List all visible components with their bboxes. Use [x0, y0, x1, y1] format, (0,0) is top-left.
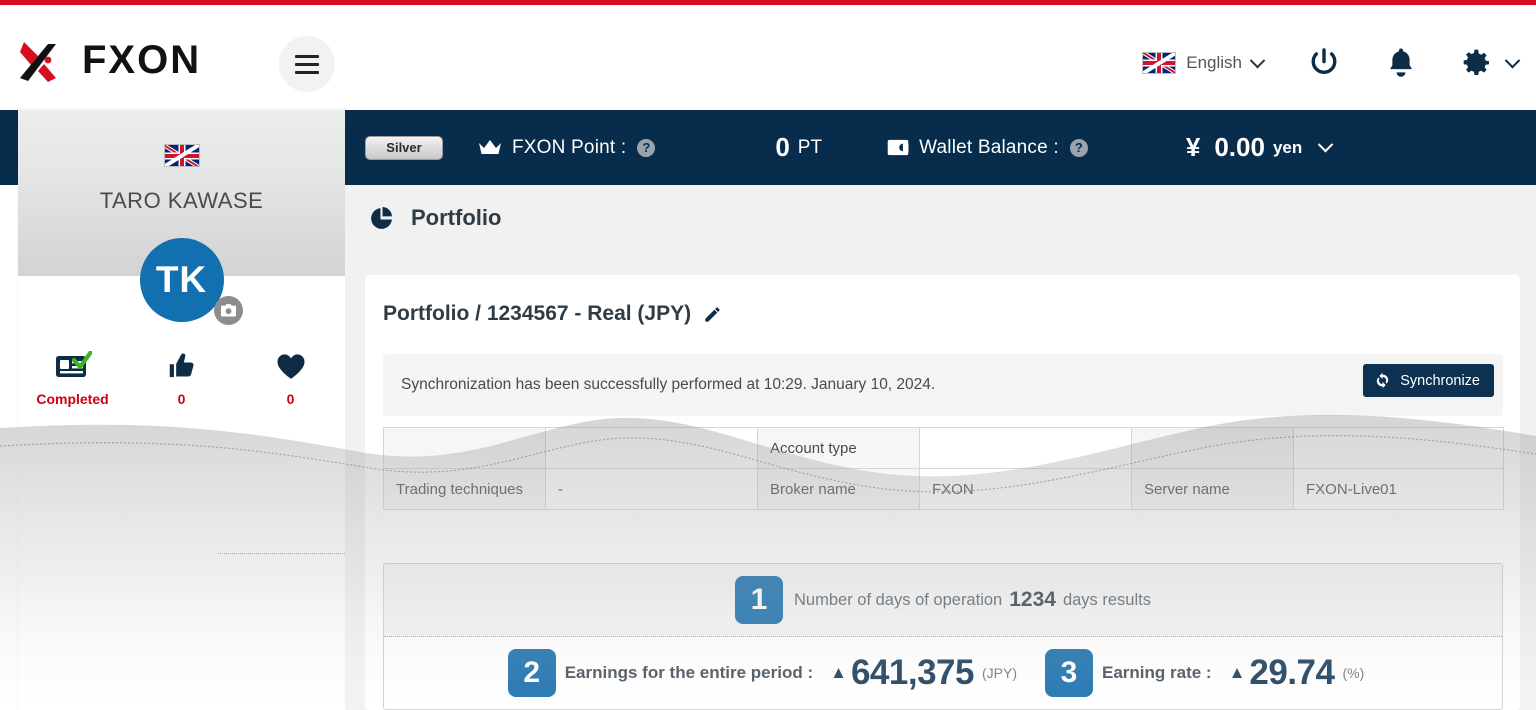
earning-rate-unit: (%): [1342, 665, 1365, 681]
wallet-balance-value: 0.00: [1214, 132, 1265, 162]
days-label: Number of days of operation: [794, 590, 1003, 609]
days-label-suffix: days results: [1062, 590, 1151, 609]
app-header: FXON English: [0, 5, 1536, 110]
table-cell: FXON-Live01: [1293, 468, 1504, 510]
pencil-icon[interactable]: [703, 305, 722, 324]
table-cell: FXON: [919, 468, 1132, 510]
portfolio-name: Portfolio / 1234567 - Real (JPY): [383, 302, 692, 325]
hamburger-line: [295, 63, 319, 66]
stat-favorites[interactable]: 0: [236, 347, 345, 407]
fxon-point-unit: PT: [797, 136, 823, 158]
logo-wordmark: FXON: [82, 38, 202, 82]
table-row: Account type: [383, 427, 1504, 469]
stat-label: Completed: [36, 391, 109, 407]
stat-label: 0: [286, 391, 295, 407]
sidebar-divider: [218, 553, 353, 554]
main-content: Silver FXON Point : ? 0 PT Wallet Balanc…: [345, 110, 1536, 710]
hamburger-line: [295, 55, 319, 58]
help-icon[interactable]: ?: [637, 138, 656, 157]
help-icon[interactable]: ?: [1069, 138, 1088, 157]
earnings-value: 641,375: [850, 653, 975, 692]
fxon-point-value: 0: [775, 132, 790, 162]
user-sidebar: TARO KAWASE TK Completed 0 0: [18, 110, 353, 710]
avatar-upload-button[interactable]: [214, 296, 243, 325]
table-cell: [383, 427, 546, 469]
rank-badge[interactable]: Silver: [365, 135, 443, 160]
sync-status-box: Synchronization has been successfully pe…: [383, 354, 1503, 416]
synchronize-button[interactable]: Synchronize: [1363, 364, 1494, 397]
step-badge: 1: [735, 576, 784, 624]
up-arrow-icon: ▲: [830, 663, 847, 682]
summary-row-earnings: 2 Earnings for the entire period : ▲ 641…: [384, 637, 1502, 709]
wallet-currency-symbol: ¥: [1185, 132, 1201, 162]
hamburger-menu-button[interactable]: [279, 36, 335, 92]
table-cell: -: [545, 468, 758, 510]
crown-icon: [478, 139, 502, 157]
table-row: Trading techniques - Broker name FXON Se…: [383, 468, 1504, 510]
summary-row-days: 1 Number of days of operation 1234 days …: [384, 564, 1502, 637]
hamburger-line: [295, 71, 319, 74]
header-actions: English: [1142, 37, 1521, 89]
fxon-point-label: FXON Point :: [512, 136, 627, 158]
notifications-button[interactable]: [1386, 47, 1416, 79]
table-cell: Server name: [1131, 468, 1294, 510]
chevron-down-icon: [1249, 52, 1266, 68]
navy-left-strip: [0, 110, 18, 185]
language-selector[interactable]: English: [1142, 52, 1266, 74]
table-cell: [1131, 427, 1294, 469]
user-name: TARO KAWASE: [99, 188, 264, 213]
id-card-check-icon: [18, 347, 127, 385]
account-summary-bar: Silver FXON Point : ? 0 PT Wallet Balanc…: [345, 110, 1536, 185]
refresh-icon: [1377, 372, 1389, 389]
uk-flag-icon: [1142, 52, 1177, 74]
power-icon: [1311, 48, 1337, 74]
page-heading: Portfolio: [369, 205, 501, 231]
earnings-label: Earnings for the entire period :: [564, 663, 814, 682]
up-arrow-icon: ▲: [1228, 663, 1246, 682]
fxon-logo[interactable]: FXON: [18, 38, 248, 86]
chevron-down-icon: [1504, 52, 1521, 68]
thumbs-up-icon: [127, 347, 236, 385]
gear-icon: [1463, 49, 1489, 75]
account-meta-table: Account type Trading techniques - Broker…: [383, 427, 1504, 510]
earning-rate-label: Earning rate :: [1101, 663, 1212, 682]
portfolio-card: Portfolio / 1234567 - Real (JPY) Synchro…: [365, 275, 1520, 710]
stat-label: 0: [177, 391, 186, 407]
table-cell: [919, 427, 1132, 469]
step-badge: 2: [507, 649, 556, 697]
uk-flag-icon: [163, 144, 200, 167]
chevron-down-icon[interactable]: [1317, 136, 1334, 153]
wallet-currency-unit: yen: [1272, 137, 1303, 157]
heart-icon: [236, 347, 345, 385]
portfolio-card-title: Portfolio / 1234567 - Real (JPY): [383, 302, 722, 326]
synchronize-button-label: Synchronize: [1400, 372, 1480, 389]
table-cell: Broker name: [757, 468, 920, 510]
pie-chart-icon: [371, 206, 392, 229]
step-badge: 3: [1044, 649, 1093, 697]
page-title: Portfolio: [411, 205, 502, 230]
earning-rate-value: 29.74: [1249, 653, 1335, 692]
stat-likes[interactable]: 0: [127, 347, 236, 407]
power-button[interactable]: [1307, 46, 1341, 80]
table-cell: [545, 427, 758, 469]
days-value: 1234: [1009, 588, 1056, 611]
stat-verification[interactable]: Completed: [18, 347, 127, 407]
avatar[interactable]: TK: [139, 238, 224, 322]
sync-message: Synchronization has been successfully pe…: [401, 376, 936, 393]
fxon-mark-icon: [20, 42, 56, 82]
app-root: FXON English TARO KAWASE TK Completed 0 …: [0, 0, 1536, 710]
wallet-balance-label: Wallet Balance :: [919, 136, 1059, 158]
earnings-unit: (JPY): [981, 665, 1017, 681]
avatar-initials: TK: [155, 259, 208, 300]
language-label: English: [1186, 53, 1242, 72]
settings-button[interactable]: [1461, 47, 1521, 79]
profile-stats: Completed 0 0: [18, 347, 345, 407]
performance-summary-panel: 1 Number of days of operation 1234 days …: [383, 563, 1503, 710]
table-cell: [1293, 427, 1504, 469]
table-cell: Trading techniques: [383, 468, 546, 510]
bell-icon: [1390, 48, 1412, 77]
camera-icon: [220, 304, 237, 317]
wallet-icon: [887, 139, 909, 156]
table-cell: Account type: [757, 427, 920, 469]
